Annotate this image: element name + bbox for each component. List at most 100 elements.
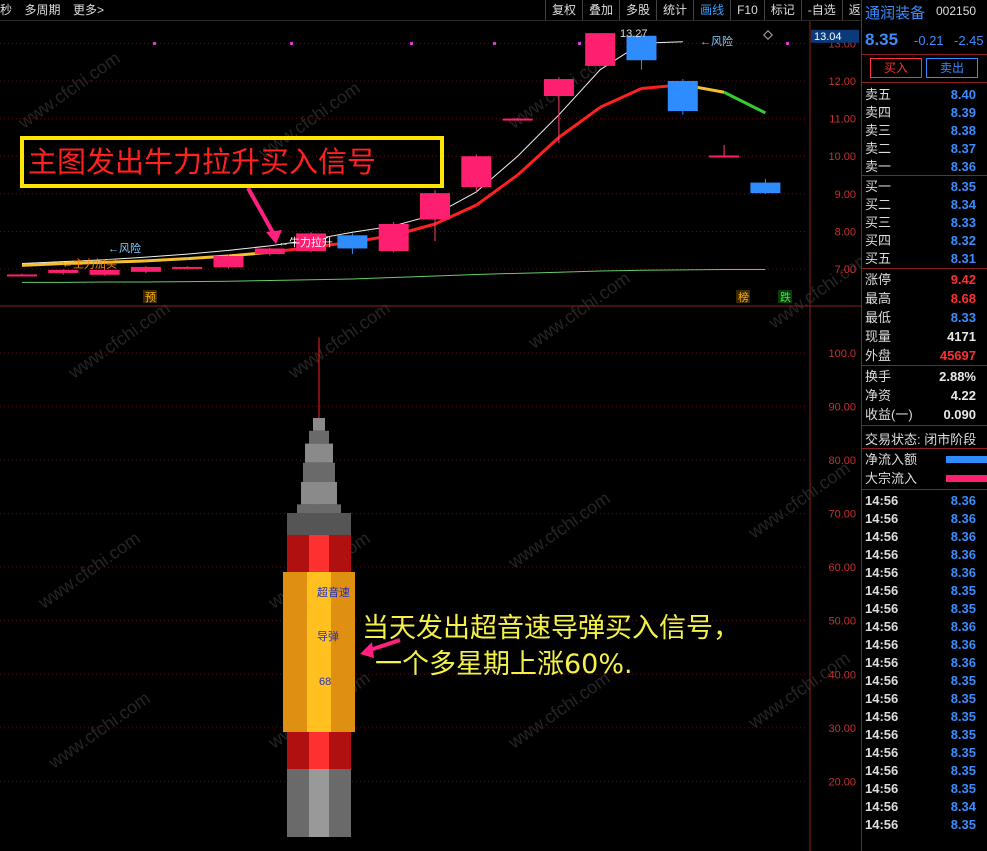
stat2-row-value: 0.090	[943, 407, 976, 422]
tick-time: 14:56	[865, 619, 899, 634]
tick-time: 14:56	[865, 529, 899, 544]
stat2-row-value: 4.22	[950, 388, 976, 403]
chart-label-add: ←主力加买	[62, 257, 117, 270]
tick-row: 14:56 8.35	[862, 744, 987, 762]
price-axis-label: 11.00	[829, 114, 856, 126]
toolbar-item-seconds[interactable]: 秒	[0, 0, 12, 20]
toolbar-item-watchlist[interactable]: -自选	[800, 0, 842, 20]
bid-row: 买五 8.31	[862, 250, 987, 268]
ask-row-label: 卖二	[865, 141, 892, 156]
flow-legend-label: 净流入额	[865, 452, 918, 467]
indicator-axis-label: 40.00	[828, 669, 856, 681]
toolbar-item-multi-stock[interactable]: 多股	[619, 0, 656, 20]
sell-button[interactable]: 卖出	[926, 58, 978, 78]
toolbar-item-mark[interactable]: 标记	[763, 0, 801, 20]
tick-row: 14:56 8.36	[862, 636, 987, 654]
stat2-row: 净资 4.22	[862, 387, 987, 405]
tick-row: 14:56 8.36	[862, 618, 987, 636]
tick-time: 14:56	[865, 745, 899, 760]
indicator-axis-label: 90.00	[828, 401, 856, 413]
tick-row: 14:56 8.35	[862, 690, 987, 708]
missile-annotation-line1: 当天发出超音速导弹买入信号，	[362, 613, 740, 644]
tick-row: 14:56 8.36	[862, 654, 987, 672]
missile-nose	[301, 482, 337, 505]
tick-price: 8.36	[950, 619, 976, 634]
stat2-row-value: 2.88%	[939, 369, 976, 384]
stat-row: 涨停 9.42	[862, 271, 987, 289]
stat-row: 最高 8.68	[862, 290, 987, 308]
quote-panel: 通润装备 002150 8.35 -0.21 -2.45 买入 卖出 交易状态:…	[861, 0, 987, 851]
candle-body	[502, 118, 533, 121]
ask-row-value: 8.38	[950, 123, 976, 138]
current-value-label: 13.04	[814, 31, 842, 43]
tick-time: 14:56	[865, 637, 899, 652]
missile-nose	[309, 430, 329, 444]
stat2-row: 换手 2.88%	[862, 368, 987, 386]
chart-label-risk2: ←风险	[108, 241, 141, 255]
current-price: 8.35	[865, 30, 899, 49]
ask-row-label: 卖三	[865, 123, 892, 138]
flow-legend-item: 大宗流入	[862, 470, 987, 488]
chart-label-missile_text2: 导弹	[317, 629, 339, 643]
flow-legend-item: 净流入额	[862, 451, 987, 469]
tick-price: 8.35	[950, 781, 976, 796]
toolbar-item-more[interactable]: 更多>	[73, 0, 104, 20]
stat-row-label: 现量	[865, 329, 892, 344]
price-change-pct: -2.45	[954, 33, 984, 48]
ask-row-label: 卖四	[865, 105, 892, 120]
price-axis-label: 8.00	[835, 227, 856, 239]
flow-legend-label: 大宗流入	[865, 471, 918, 486]
missile-red-band-top-highlight	[309, 535, 329, 572]
stat-row-value: 4171	[947, 329, 976, 344]
tick-row: 14:56 8.36	[862, 528, 987, 546]
tick-price: 8.36	[950, 529, 976, 544]
tick-price: 8.36	[950, 493, 976, 508]
tick-price: 8.34	[950, 799, 976, 814]
toolbar-item-stats[interactable]: 统计	[656, 0, 693, 20]
tick-time: 14:56	[865, 673, 899, 688]
tick-time: 14:56	[865, 727, 899, 742]
bid-row-label: 买三	[865, 215, 892, 230]
ma-main-segment	[599, 87, 643, 109]
toolbar-item-draw[interactable]: 画线	[693, 0, 730, 20]
toolbar-item-f10[interactable]: F10	[730, 0, 764, 20]
toolbar-right: 复权 叠加 多股 统计 画线 F10 标记 -自选 返回	[545, 0, 879, 20]
bid-row-value: 8.34	[950, 197, 976, 212]
toolbar-item-overlay[interactable]: 叠加	[582, 0, 619, 20]
tick-row: 14:56 8.36	[862, 492, 987, 510]
bid-row-label: 买四	[865, 233, 892, 248]
ma-main-segment	[145, 257, 188, 263]
main-signal-annotation: 主图发出牛力拉升买入信号	[20, 136, 444, 188]
tick-price: 8.35	[950, 673, 976, 688]
tick-price: 8.36	[950, 511, 976, 526]
tick-time: 14:56	[865, 691, 899, 706]
price-change: -0.21	[914, 33, 944, 48]
stat-row: 外盘 45697	[862, 347, 987, 365]
price-axis-label: 12.00	[828, 76, 856, 88]
stat-row-value: 8.33	[950, 310, 976, 325]
tick-time: 14:56	[865, 763, 899, 778]
stat-row-value: 45697	[939, 348, 976, 363]
bid-row-value: 8.35	[950, 179, 976, 194]
flow-legend-swatch	[946, 456, 987, 463]
tick-row: 14:56 8.36	[862, 546, 987, 564]
chart-label-marker_bang: 榜	[738, 290, 749, 304]
stat-row-label: 最低	[865, 310, 892, 325]
stock-name: 通润装备	[865, 5, 926, 22]
bid-row: 买四 8.32	[862, 232, 987, 250]
toolbar-item-multi-period[interactable]: 多周期	[24, 0, 60, 20]
stat2-row-label: 换手	[865, 369, 892, 384]
ask-row-value: 8.36	[950, 159, 976, 174]
stat2-row: 收益(一) 0.090	[862, 406, 987, 424]
top-dot-marker	[578, 42, 581, 45]
tick-time: 14:56	[865, 493, 899, 508]
stat-row: 现量 4171	[862, 328, 987, 346]
toolbar-item-adjust[interactable]: 复权	[545, 0, 582, 20]
indicator-axis-label: 60.00	[828, 562, 856, 574]
buy-button[interactable]: 买入	[870, 58, 922, 78]
toolbar-left: 秒 多周期 更多>	[0, 0, 112, 20]
indicator-axis-label: 70.00	[828, 509, 856, 521]
candle-body	[378, 224, 409, 252]
candle-body	[213, 256, 244, 268]
indicator-axis-label: 100.0	[828, 348, 856, 360]
